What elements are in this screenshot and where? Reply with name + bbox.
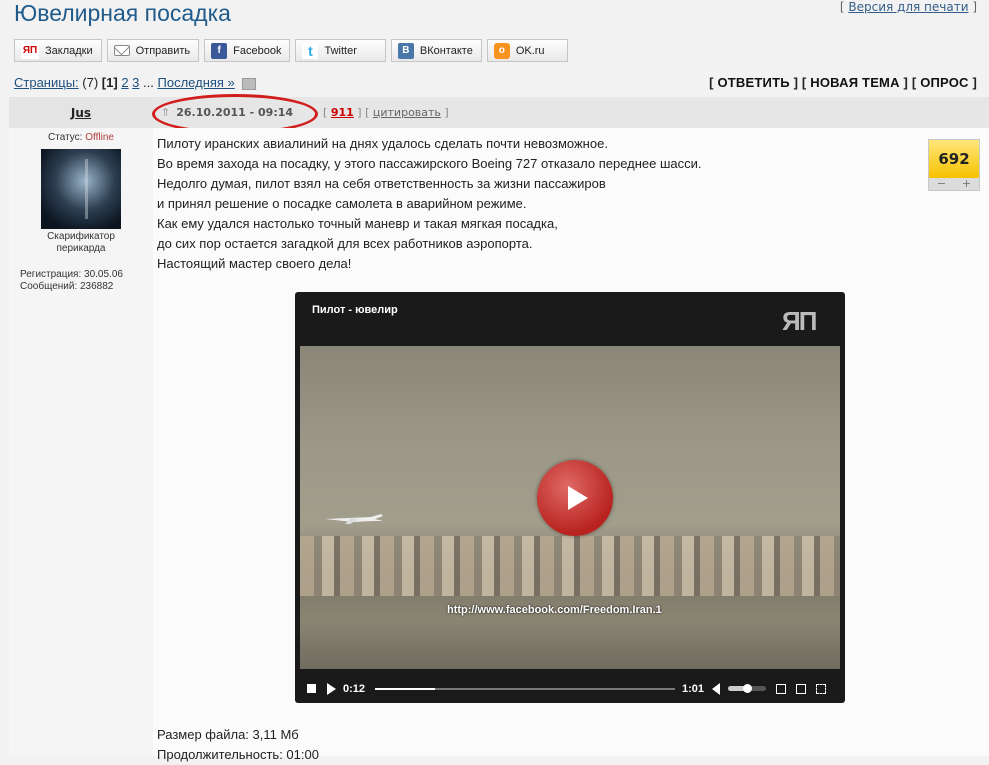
page-title: Ювелирная посадка xyxy=(14,0,231,26)
user-messages: Сообщений: 236882 xyxy=(20,281,114,292)
last-page-link[interactable]: Последняя » xyxy=(158,75,235,90)
pagination-bar: Страницы: (7) [1] 2 3 ... Последняя » [ … xyxy=(14,75,977,91)
video-title: Пилот - ювелир xyxy=(312,304,398,316)
share-vk-button[interactable]: В ВКонтакте xyxy=(390,39,482,62)
vk-icon: В xyxy=(397,42,414,59)
print-version-link[interactable]: Версия для печати xyxy=(848,0,968,14)
share-label: Twitter xyxy=(324,44,357,57)
user-rank: Скарификатор перикарда xyxy=(47,231,115,254)
yap-icon: ЯП xyxy=(21,42,39,59)
post-line: Настоящий мастер своего дела! xyxy=(157,256,352,271)
file-info: Размер файла: 3,11 Мб Продолжительность:… xyxy=(157,725,319,765)
share-label: ВКонтакте xyxy=(419,44,473,57)
volume-knob[interactable] xyxy=(743,684,753,693)
share-facebook-button[interactable]: f Facebook xyxy=(204,39,291,62)
username-link[interactable]: Jus xyxy=(71,106,91,120)
volume-slider[interactable] xyxy=(728,684,767,693)
rating-minus-button[interactable]: − xyxy=(937,178,946,190)
rating-plus-button[interactable]: + xyxy=(962,178,971,190)
avatar[interactable] xyxy=(41,149,121,229)
facebook-icon: f xyxy=(211,42,228,59)
share-twitter-button[interactable]: t Twitter xyxy=(295,39,386,62)
post-number-link[interactable]: 911 xyxy=(331,106,354,119)
status-offline: Offline xyxy=(85,132,114,143)
video-controls: 0:12 1:01 xyxy=(295,674,845,703)
page-jump-icon[interactable] xyxy=(242,77,257,90)
progress-bar[interactable] xyxy=(375,687,676,690)
progress-fill xyxy=(375,687,436,690)
post-meta: [ 911 ] [ цитировать ] xyxy=(323,106,449,119)
file-size: Размер файла: 3,11 Мб xyxy=(157,727,299,742)
user-header: Jus xyxy=(9,97,153,128)
current-time: 0:12 xyxy=(343,682,366,695)
rating-value: 692 xyxy=(929,140,979,178)
stop-icon[interactable] xyxy=(307,684,316,693)
pages-label-link[interactable]: Страницы: xyxy=(14,75,79,90)
post-rating: 692 − + xyxy=(928,139,980,191)
info-icon[interactable] xyxy=(796,683,807,694)
post-text: Пилоту иранских авиалиний на днях удалос… xyxy=(157,134,702,274)
file-duration: Продолжительность: 01:00 xyxy=(157,747,319,762)
post-line: Недолго думая, пилот взял на себя ответс… xyxy=(157,176,606,191)
duration: 1:01 xyxy=(682,682,705,695)
ok-icon: о xyxy=(493,42,510,59)
pages-count: (7) xyxy=(82,75,99,90)
post-line: Как ему удался настолько точный маневр и… xyxy=(157,216,558,231)
play-icon xyxy=(568,486,588,510)
video-player: Пилот - ювелир ЯП http://www.facebook.co… xyxy=(295,292,845,703)
user-status: Статус: Offline xyxy=(48,132,114,143)
pagination: Страницы: (7) [1] 2 3 ... Последняя » xyxy=(14,75,257,90)
share-ok-button[interactable]: о OK.ru xyxy=(486,39,568,62)
video-watermark: http://www.facebook.com/Freedom.Iran.1 xyxy=(447,604,662,616)
pages-ellipsis: ... xyxy=(143,75,154,90)
post-line: и принял решение о посадке самолета в ав… xyxy=(157,196,527,211)
share-label: Отправить xyxy=(135,44,191,57)
share-bookmarks-button[interactable]: ЯП Закладки xyxy=(14,39,102,62)
current-page: [1] xyxy=(101,75,118,90)
playlist-icon[interactable] xyxy=(776,683,787,694)
page-link-2[interactable]: 2 xyxy=(121,75,128,90)
video-city-background xyxy=(300,536,840,596)
user-registered: Регистрация: 30.05.06 xyxy=(20,269,123,280)
rating-controls: − + xyxy=(929,178,979,190)
new-topic-button[interactable]: НОВАЯ ТЕМА xyxy=(810,75,899,90)
user-stats: Регистрация: 30.05.06 Сообщений: 236882 xyxy=(20,269,153,293)
post-line: до сих пор остается загадкой для всех ра… xyxy=(157,236,533,251)
play-small-icon[interactable] xyxy=(327,682,336,695)
envelope-icon xyxy=(113,45,130,56)
page-link-3[interactable]: 3 xyxy=(132,75,139,90)
user-info: Статус: Offline Скарификатор перикарда Р… xyxy=(9,132,153,293)
topic-actions: [ ОТВЕТИТЬ ] [ НОВАЯ ТЕМА ] [ ОПРОС ] xyxy=(709,75,977,90)
share-label: Facebook xyxy=(233,44,282,57)
quote-link[interactable]: цитировать xyxy=(373,106,441,119)
share-bar: ЯП Закладки Отправить f Facebook t Twitt… xyxy=(14,39,568,62)
share-label: OK.ru xyxy=(515,44,545,57)
poll-button[interactable]: ОПРОС xyxy=(920,75,968,90)
video-frame[interactable]: http://www.facebook.com/Freedom.Iran.1 xyxy=(300,346,840,669)
share-label: Закладки xyxy=(45,44,93,57)
play-button[interactable] xyxy=(537,460,613,536)
post-line: Пилоту иранских авиалиний на днях удалос… xyxy=(157,136,608,151)
fullscreen-icon[interactable] xyxy=(816,683,827,694)
post-line: Во время захода на посадку, у этого пасс… xyxy=(157,156,702,171)
share-send-button[interactable]: Отправить xyxy=(106,39,200,62)
video-logo: ЯП xyxy=(782,306,817,336)
print-version: [ Версия для печати ] xyxy=(839,0,977,14)
twitter-icon: t xyxy=(302,42,319,59)
volume-icon[interactable] xyxy=(712,682,721,695)
reply-button[interactable]: ОТВЕТИТЬ xyxy=(717,75,789,90)
airplane-icon xyxy=(325,514,383,524)
